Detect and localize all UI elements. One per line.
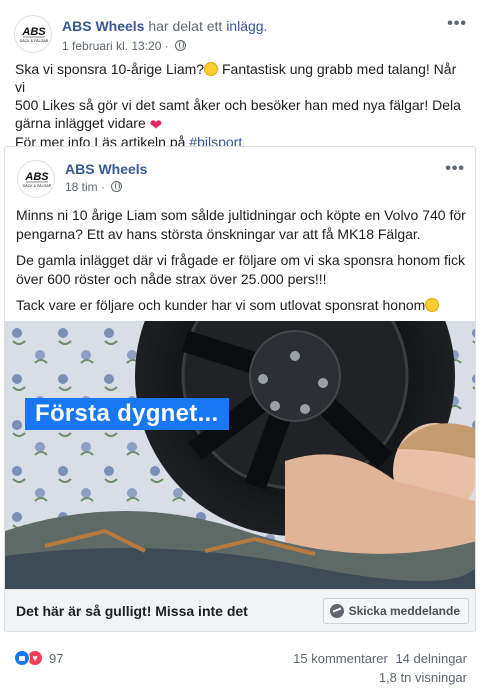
paragraph: Tack vare er följare och kunder har vi s… xyxy=(16,296,468,315)
heart-emoji-icon: ❤ xyxy=(149,117,163,134)
views-count: 1,8 tn visningar xyxy=(378,670,467,685)
page-avatar[interactable]: ABS DÄCK & FÄLGAR xyxy=(17,160,55,198)
messenger-icon xyxy=(329,604,344,618)
paragraph: De gamla inlägget där vi frågade er följ… xyxy=(16,252,465,287)
globe-icon xyxy=(111,181,123,192)
cta-bar: Det här är så gulligt! Missa inte det Sk… xyxy=(5,589,475,631)
more-options-icon[interactable]: ••• xyxy=(445,161,465,177)
svg-text:DÄCK & FÄLGAR: DÄCK & FÄLGAR xyxy=(23,184,52,188)
more-options-icon[interactable]: ••• xyxy=(447,16,467,32)
engagement-stats: 15 kommentarer 14 delningar xyxy=(289,651,467,666)
like-reaction-icon xyxy=(14,650,30,666)
shared-post: ABS DÄCK & FÄLGAR ABS Wheels har delat e… xyxy=(0,0,481,694)
page-name-link[interactable]: ABS Wheels xyxy=(65,160,147,178)
page-avatar[interactable]: ABS DÄCK & FÄLGAR xyxy=(14,15,52,53)
post-header: ABS Wheels har delat ett inlägg. xyxy=(62,17,267,35)
reaction-count: 97 xyxy=(49,650,64,666)
grin-emoji-icon xyxy=(204,62,219,76)
avatar-logo-text: ABS xyxy=(24,171,49,183)
shared-post-card: ABS DÄCK & FÄLGAR ABS Wheels 18 tim · ••… xyxy=(4,146,476,632)
svg-text:DÄCK & FÄLGAR: DÄCK & FÄLGAR xyxy=(20,39,49,43)
shared-post-text: Minns ni 10 årige Liam som sålde jultidn… xyxy=(16,206,468,322)
image-caption-overlay: Första dygnet... xyxy=(25,398,229,430)
post-timestamp[interactable]: 18 tim · xyxy=(65,180,105,194)
post-link[interactable]: inlägg. xyxy=(226,18,267,34)
reactions-summary[interactable]: ♥ 97 xyxy=(14,650,63,666)
comments-count-link[interactable]: 15 kommentarer xyxy=(293,651,388,666)
page-name-link[interactable]: ABS Wheels xyxy=(62,18,144,34)
heart-eyes-emoji-icon xyxy=(425,298,440,312)
post-timestamp[interactable]: 1 februari kl. 13:20 xyxy=(62,39,161,53)
cta-title[interactable]: Det här är så gulligt! Missa inte det xyxy=(16,603,248,619)
action-text: har delat ett xyxy=(148,18,223,34)
shares-count-link[interactable]: 14 delningar xyxy=(395,651,467,666)
send-message-button[interactable]: Skicka meddelande xyxy=(322,598,469,624)
post-text: Ska vi sponsra 10-årige Liam? Fantastisk… xyxy=(15,61,461,150)
avatar-logo-text: ABS xyxy=(21,26,46,38)
post-photo[interactable]: Första dygnet... xyxy=(5,321,475,589)
globe-icon xyxy=(175,40,187,51)
paragraph: Minns ni 10 årige Liam som sålde jultidn… xyxy=(16,207,466,242)
post-timestamp-row: 1 februari kl. 13:20 · xyxy=(62,38,187,54)
post-timestamp-row: 18 tim · xyxy=(65,180,123,194)
